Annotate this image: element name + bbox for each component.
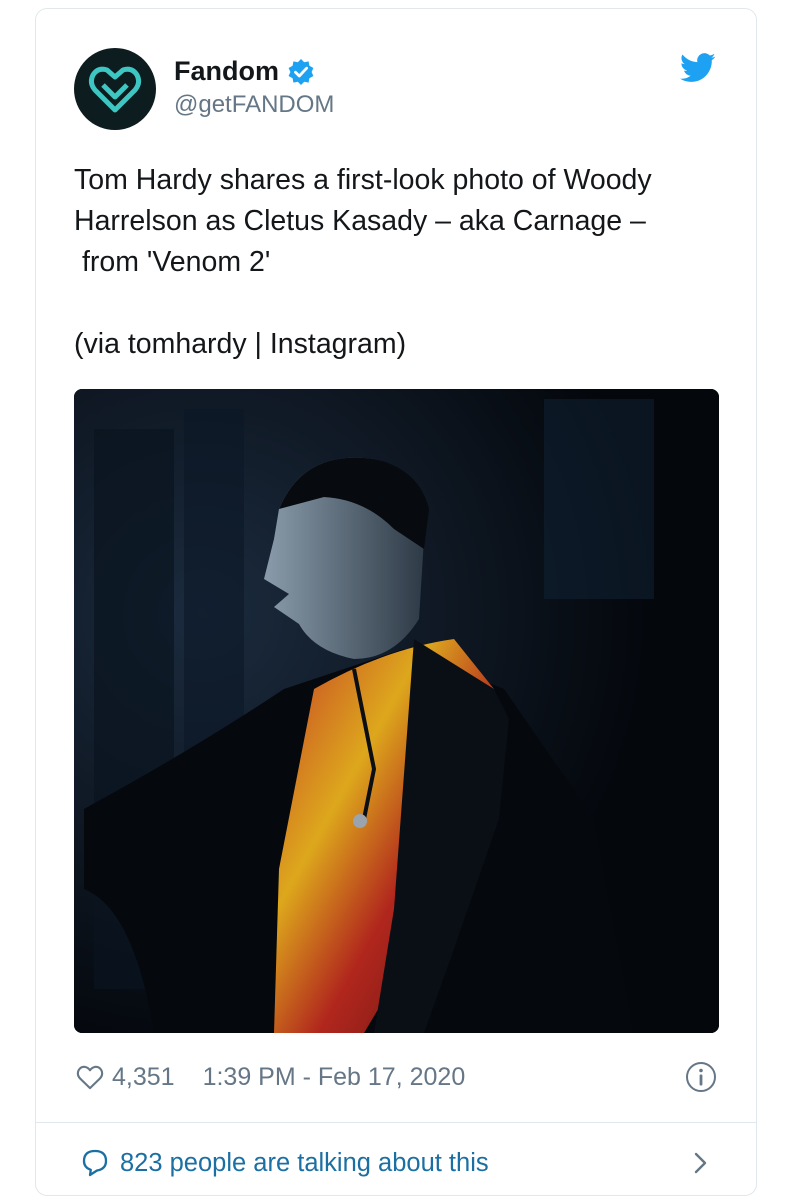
speech-bubble-icon xyxy=(82,1149,108,1177)
tweet-photo[interactable] xyxy=(74,389,719,1033)
like-count: 4,351 xyxy=(112,1062,175,1091)
like-button[interactable]: 4,351 xyxy=(76,1063,175,1092)
conversation-label: 823 people are talking about this xyxy=(120,1148,489,1177)
tweet-meta-row: 4,351 1:39 PM - Feb 17, 2020 xyxy=(76,1057,718,1097)
avatar[interactable] xyxy=(74,48,156,130)
divider xyxy=(36,1122,756,1123)
display-name[interactable]: Fandom xyxy=(174,56,279,87)
tweet-text-line-2: Harrelson as Cletus Kasady – aka Carnage… xyxy=(74,205,646,237)
heart-outline-icon xyxy=(76,1065,104,1090)
chevron-right-icon xyxy=(694,1152,707,1174)
photo-man-in-dark xyxy=(74,389,719,1033)
author-name-row[interactable]: Fandom xyxy=(174,56,315,87)
tweet-text: Tom Hardy shares a first-look photo of W… xyxy=(74,160,724,365)
verified-badge-icon xyxy=(288,58,314,85)
twitter-bird-icon[interactable] xyxy=(680,53,716,83)
tweet-timestamp[interactable]: 1:39 PM - Feb 17, 2020 xyxy=(203,1063,466,1092)
tweet-text-line-3: from 'Venom 2' xyxy=(82,246,271,278)
tweet-card[interactable]: Fandom @getFANDOM Tom Hardy shares a fir… xyxy=(35,8,757,1196)
tweet-text-line-1: Tom Hardy shares a first-look photo of W… xyxy=(74,164,652,196)
tweet-via-line: (via tomhardy | Instagram) xyxy=(74,328,407,360)
conversation-link[interactable]: 823 people are talking about this xyxy=(80,1143,710,1183)
fandom-logo-icon xyxy=(88,66,142,113)
info-icon[interactable] xyxy=(684,1060,718,1094)
author-handle[interactable]: @getFANDOM xyxy=(174,91,334,119)
